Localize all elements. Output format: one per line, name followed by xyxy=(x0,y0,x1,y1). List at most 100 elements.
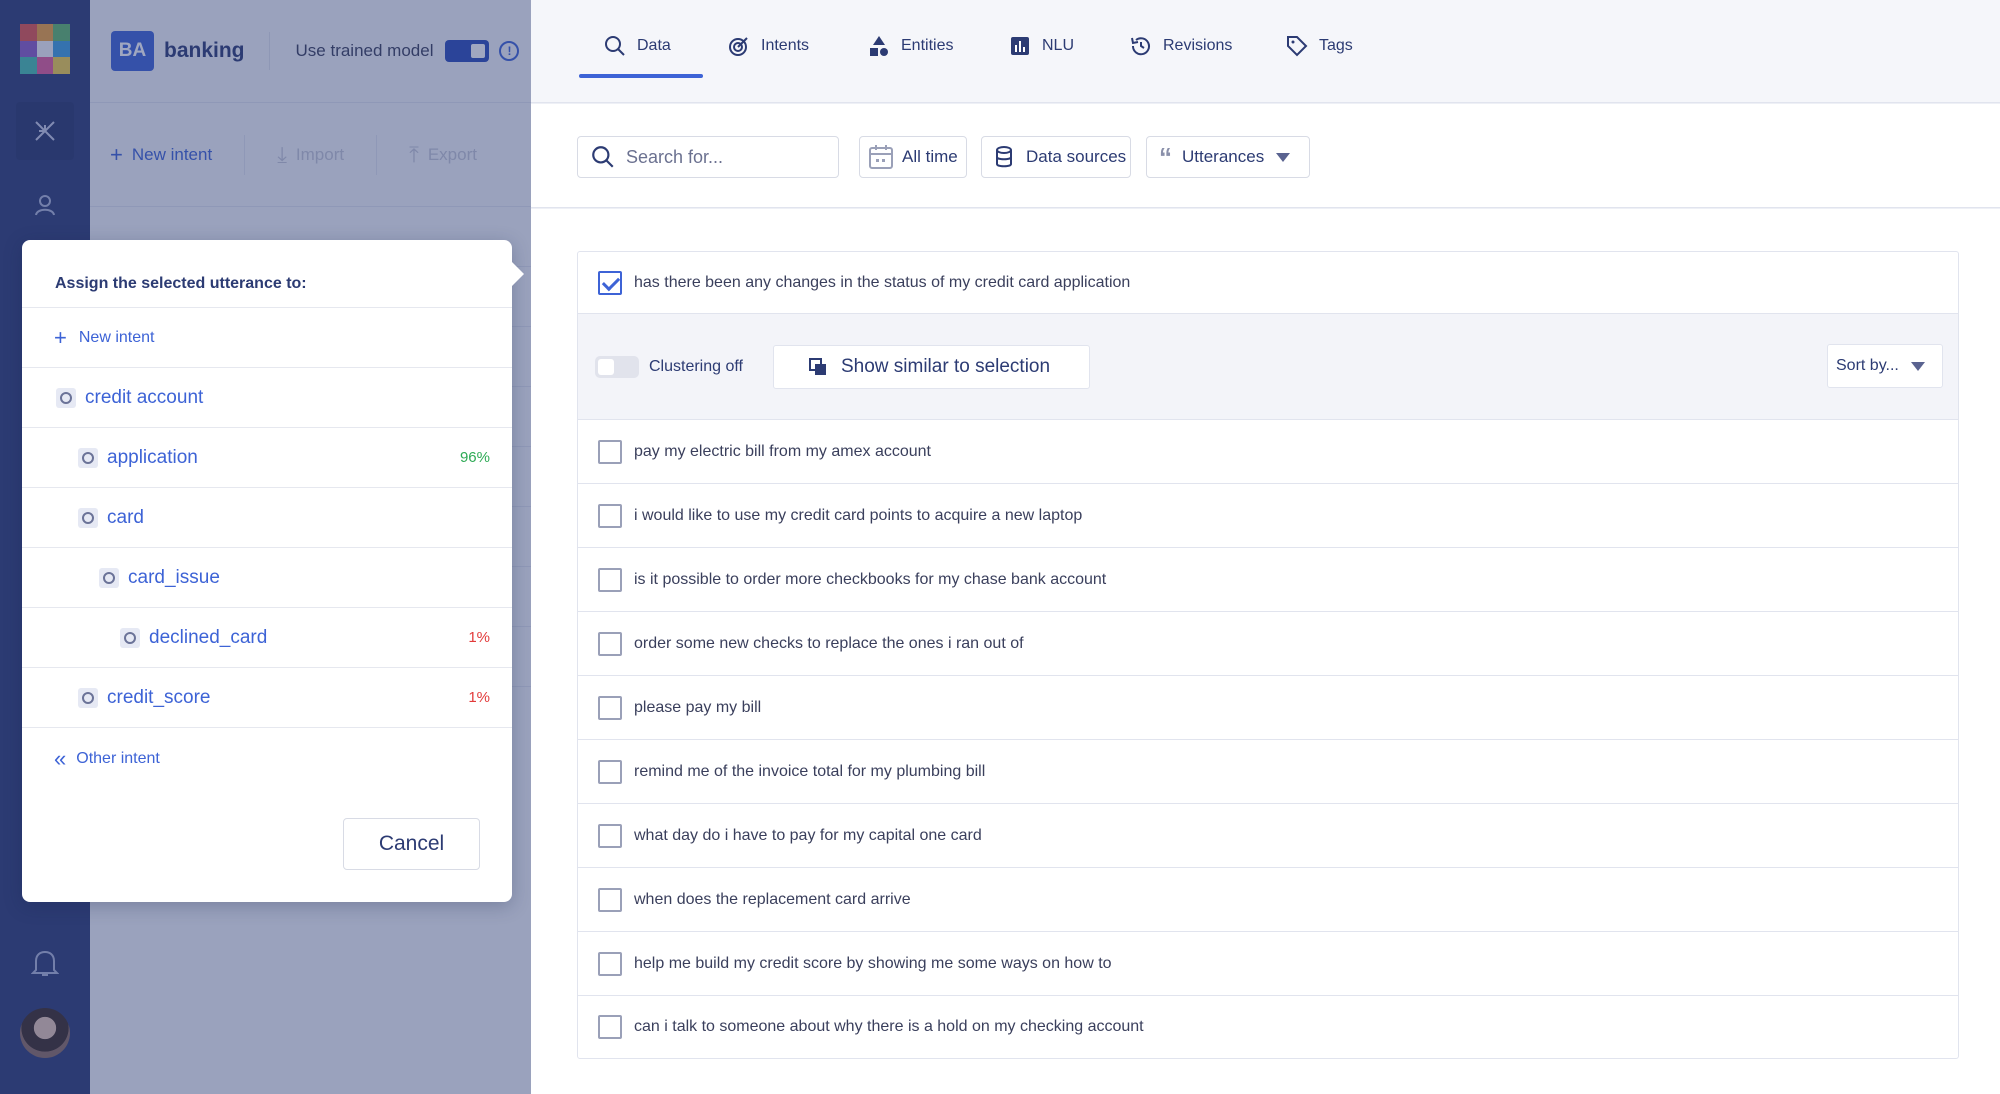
utterance-list: has there been any changes in the status… xyxy=(577,251,1959,1059)
calendar-icon xyxy=(869,145,893,169)
intent-option-declined-card[interactable]: declined_card 1% xyxy=(22,608,512,668)
utterance-row[interactable]: i would like to use my credit card point… xyxy=(578,484,1958,548)
tab-entities[interactable]: Entities xyxy=(867,34,953,58)
popup-new-intent-label: New intent xyxy=(78,328,155,346)
intent-name: declined_card xyxy=(149,626,268,648)
intent-icon xyxy=(78,687,98,708)
tab-tags[interactable]: Tags xyxy=(1285,34,1353,58)
tab-label: Data xyxy=(637,37,671,54)
sort-label: Sort by... xyxy=(1836,357,1899,374)
popup-new-intent[interactable]: + New intent xyxy=(22,308,512,368)
chevron-down-icon xyxy=(1910,361,1925,371)
copy-icon xyxy=(808,357,826,375)
sort-dropdown[interactable]: Sort by... xyxy=(1827,344,1943,388)
intent-icon xyxy=(78,447,98,468)
intent-confidence: 1% xyxy=(468,629,490,646)
data-sources-label: Data sources xyxy=(1026,147,1127,166)
filter-bar: All time Data sources “ Utterances xyxy=(531,104,2000,208)
utterance-text: order some new checks to replace the one… xyxy=(634,634,1024,652)
active-tab-indicator xyxy=(579,74,703,78)
show-similar-label: Show similar to selection xyxy=(840,355,1051,377)
utterance-row[interactable]: when does the replacement card arrive xyxy=(578,868,1958,932)
clustering-toggle[interactable] xyxy=(595,355,639,378)
intent-option-card-issue[interactable]: card_issue xyxy=(22,548,512,608)
tab-nlu[interactable]: NLU xyxy=(1008,34,1074,58)
plus-icon: + xyxy=(54,324,67,350)
utterance-checkbox[interactable] xyxy=(598,631,622,656)
tab-label: Entities xyxy=(901,37,954,54)
intent-confidence: 1% xyxy=(468,689,490,706)
intent-name: application xyxy=(107,446,198,468)
intent-option-application[interactable]: application 96% xyxy=(22,428,512,488)
utterance-text: help me build my credit score by showing… xyxy=(634,954,1112,972)
utterance-checkbox[interactable] xyxy=(598,695,622,720)
search-icon xyxy=(603,34,627,58)
search-input[interactable] xyxy=(626,146,816,168)
intent-option-card[interactable]: card xyxy=(22,488,512,548)
cancel-button[interactable]: Cancel xyxy=(343,818,480,870)
utterance-row[interactable]: what day do i have to pay for my capital… xyxy=(578,804,1958,868)
chevron-down-icon xyxy=(1276,152,1291,162)
selected-utterance-row[interactable]: has there been any changes in the status… xyxy=(578,252,1958,314)
show-similar-button[interactable]: Show similar to selection xyxy=(772,344,1090,389)
utterance-text: remind me of the invoice total for my pl… xyxy=(634,762,986,780)
utterance-text: please pay my bill xyxy=(634,698,762,716)
utterance-area: has there been any changes in the status… xyxy=(531,209,2000,1094)
tab-revisions[interactable]: Revisions xyxy=(1129,34,1232,58)
tab-label: NLU xyxy=(1042,37,1075,54)
intent-option-credit-score[interactable]: credit_score 1% xyxy=(22,668,512,728)
utterance-row[interactable]: help me build my credit score by showing… xyxy=(578,932,1958,996)
intent-icon xyxy=(99,567,119,588)
data-sources-button[interactable]: Data sources xyxy=(981,136,1131,178)
utterance-row[interactable]: remind me of the invoice total for my pl… xyxy=(578,740,1958,804)
clustering-label: Clustering off xyxy=(649,357,743,375)
utterance-text: has there been any changes in the status… xyxy=(634,273,1131,291)
history-icon xyxy=(1129,34,1153,58)
target-icon xyxy=(727,34,751,58)
selected-checkbox[interactable] xyxy=(598,270,622,295)
popup-other-intent[interactable]: « Other intent xyxy=(22,728,512,790)
database-icon xyxy=(996,146,1012,168)
shapes-icon xyxy=(867,34,891,58)
utterance-row[interactable]: pay my electric bill from my amex accoun… xyxy=(578,420,1958,484)
popup-other-intent-label: Other intent xyxy=(76,750,160,767)
utterance-text: can i talk to someone about why there is… xyxy=(634,1018,1144,1035)
bar-chart-icon xyxy=(1008,34,1032,58)
utterance-text: i would like to use my credit card point… xyxy=(634,506,1083,524)
intent-name: card xyxy=(107,506,144,528)
tab-data[interactable]: Data xyxy=(603,34,671,58)
utterance-row[interactable]: please pay my bill xyxy=(578,676,1958,740)
utterance-text: is it possible to order more checkbooks … xyxy=(634,570,1107,588)
intent-icon xyxy=(56,387,76,408)
intent-icon xyxy=(78,507,98,528)
utterance-row[interactable]: order some new checks to replace the one… xyxy=(578,612,1958,676)
utterance-checkbox[interactable] xyxy=(598,1015,622,1039)
intent-option-credit-account[interactable]: credit account xyxy=(22,368,512,428)
top-tab-bar: Data Intents Entities NLU Revisions Tags xyxy=(531,0,2000,103)
utterance-text: pay my electric bill from my amex accoun… xyxy=(634,442,931,460)
utterance-row[interactable]: can i talk to someone about why there is… xyxy=(578,996,1958,1058)
utterance-text: what day do i have to pay for my capital… xyxy=(634,826,982,844)
utterance-checkbox[interactable] xyxy=(598,823,622,848)
intent-name: card_issue xyxy=(128,566,220,588)
search-box xyxy=(577,136,839,178)
time-filter-button[interactable]: All time xyxy=(859,136,967,178)
utterance-text: when does the replacement card arrive xyxy=(634,890,911,908)
tab-label: Revisions xyxy=(1163,37,1233,54)
search-icon xyxy=(592,146,614,168)
utterance-checkbox[interactable] xyxy=(598,439,622,464)
assign-intent-popup: Assign the selected utterance to: + New … xyxy=(22,240,524,902)
utterance-checkbox[interactable] xyxy=(598,887,622,912)
time-filter-label: All time xyxy=(902,147,958,166)
utterance-checkbox[interactable] xyxy=(598,567,622,592)
utterance-checkbox[interactable] xyxy=(598,951,622,976)
tab-intents[interactable]: Intents xyxy=(727,34,809,58)
utterances-label: Utterances xyxy=(1182,147,1265,166)
intent-icon xyxy=(120,627,140,648)
utterances-dropdown[interactable]: “ Utterances xyxy=(1146,136,1310,178)
utterance-row[interactable]: is it possible to order more checkbooks … xyxy=(578,548,1958,612)
utterance-checkbox[interactable] xyxy=(598,759,622,784)
clustering-bar: Clustering off Show similar to selection… xyxy=(578,314,1958,420)
intent-name: credit_score xyxy=(107,686,211,708)
utterance-checkbox[interactable] xyxy=(598,503,622,528)
